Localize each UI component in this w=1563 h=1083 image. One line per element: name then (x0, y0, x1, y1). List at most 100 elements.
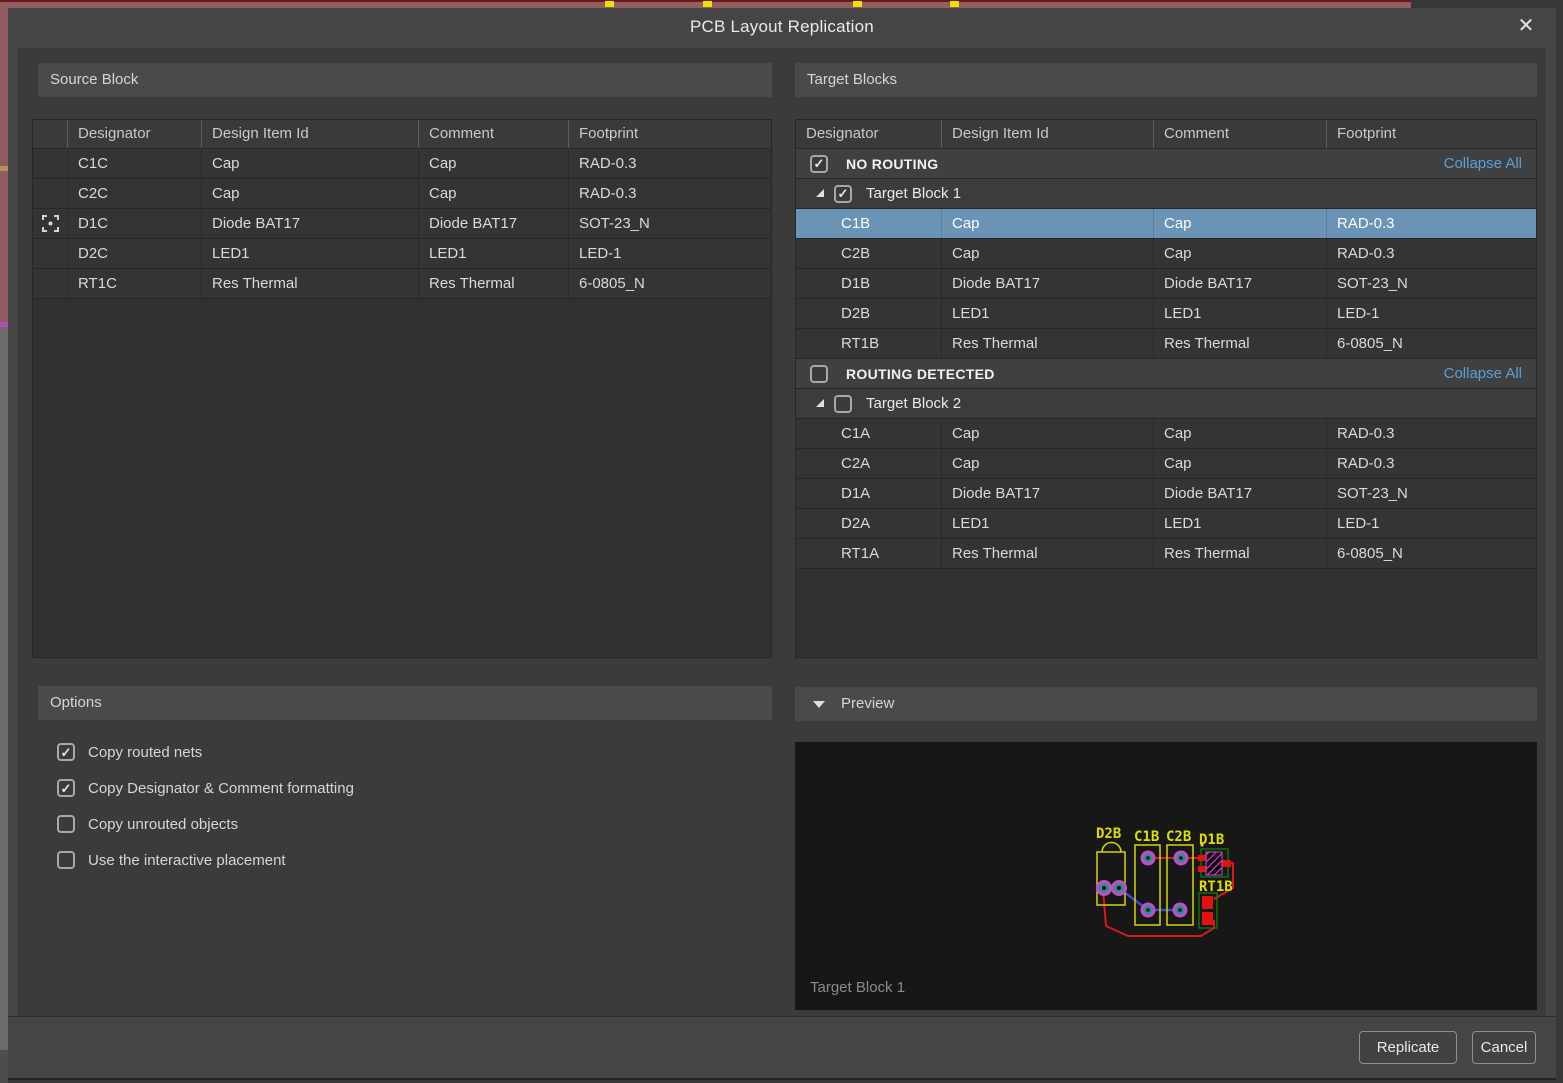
checkbox[interactable]: ✓ (834, 185, 852, 203)
target-blocks-header: Target Blocks (795, 63, 1537, 97)
cell-design-item-id: Diode BAT17 (941, 479, 1153, 508)
cell-design-item-id: Cap (941, 419, 1153, 448)
checkbox[interactable]: ✓ (57, 815, 75, 833)
cell-footprint: LED-1 (568, 239, 771, 268)
option-copy-routed-nets[interactable]: ✓ Copy routed nets (57, 741, 202, 763)
backdrop-pad (950, 1, 959, 7)
cell-design-item-id: LED1 (941, 509, 1153, 538)
checkbox[interactable]: ✓ (57, 743, 75, 761)
table-row[interactable]: D1B Diode BAT17 Diode BAT17 SOT-23_N (796, 269, 1536, 299)
option-interactive-placement[interactable]: ✓ Use the interactive placement (57, 849, 286, 871)
collapse-arrow-icon[interactable] (813, 701, 825, 708)
check-icon: ✓ (838, 187, 849, 200)
silkscreen-label: RT1B (1199, 879, 1233, 895)
cell-designator: D1B (796, 269, 941, 298)
option-label: Copy Designator & Comment formatting (88, 780, 354, 797)
group-row-routing-detected[interactable]: ✓ ROUTING DETECTED Collapse All (796, 359, 1536, 389)
backdrop-top-strip (0, 0, 1411, 8)
table-row[interactable]: C1A Cap Cap RAD-0.3 (796, 419, 1536, 449)
column-header-design-item-id[interactable]: Design Item Id (201, 120, 418, 148)
checkbox[interactable]: ✓ (810, 155, 828, 173)
cell-comment: Cap (1153, 419, 1326, 448)
group-label: NO ROUTING (846, 156, 938, 172)
preview-header[interactable]: Preview (795, 687, 1537, 721)
cell-designator: C1A (796, 419, 941, 448)
option-copy-formatting[interactable]: ✓ Copy Designator & Comment formatting (57, 777, 354, 799)
table-row[interactable]: C1C Cap Cap RAD-0.3 (33, 149, 771, 179)
table-row[interactable]: C2B Cap Cap RAD-0.3 (796, 239, 1536, 269)
table-row[interactable]: D1C Diode BAT17 Diode BAT17 SOT-23_N (33, 209, 771, 239)
table-row[interactable]: C2C Cap Cap RAD-0.3 (33, 179, 771, 209)
table-row[interactable]: D2A LED1 LED1 LED-1 (796, 509, 1536, 539)
option-copy-unrouted-objects[interactable]: ✓ Copy unrouted objects (57, 813, 238, 835)
replicate-button[interactable]: Replicate (1359, 1031, 1457, 1064)
collapse-all-link[interactable]: Collapse All (1444, 155, 1522, 172)
group-row-no-routing[interactable]: ✓ NO ROUTING Collapse All (796, 149, 1536, 179)
cell-comment: LED1 (418, 239, 568, 268)
pcb-preview-canvas: D2B C1B C2B D1B RT1B (795, 742, 1537, 1010)
collapse-all-link[interactable]: Collapse All (1444, 365, 1522, 382)
checkbox[interactable]: ✓ (810, 365, 828, 383)
table-row[interactable]: C2A Cap Cap RAD-0.3 (796, 449, 1536, 479)
column-header-designator[interactable]: Designator (796, 120, 941, 148)
cell-designator: D2C (67, 239, 201, 268)
cell-designator: D1A (796, 479, 941, 508)
dialog-footer: Replicate Cancel (8, 1016, 1556, 1078)
cell-designator: C2C (67, 179, 201, 208)
column-header-comment[interactable]: Comment (418, 120, 568, 148)
column-header-spacer (33, 120, 67, 148)
silkscreen-label: C2B (1166, 829, 1191, 845)
cell-footprint: SOT-23_N (1326, 479, 1536, 508)
column-header-footprint[interactable]: Footprint (568, 120, 771, 148)
row-icon-cell (33, 149, 67, 178)
cell-comment: Cap (1153, 239, 1326, 268)
cell-footprint: 6-0805_N (568, 269, 771, 298)
table-row[interactable]: RT1A Res Thermal Res Thermal 6-0805_N (796, 539, 1536, 569)
crosshair-icon (42, 215, 59, 232)
target-table-header: Designator Design Item Id Comment Footpr… (796, 120, 1536, 149)
cell-design-item-id: Diode BAT17 (201, 209, 418, 238)
cell-designator: RT1C (67, 269, 201, 298)
cell-designator: D2B (796, 299, 941, 328)
column-header-footprint[interactable]: Footprint (1326, 120, 1536, 148)
cell-comment: Cap (1153, 449, 1326, 478)
cell-comment: Diode BAT17 (418, 209, 568, 238)
checkbox[interactable]: ✓ (57, 779, 75, 797)
checkbox[interactable]: ✓ (57, 851, 75, 869)
close-icon[interactable]: ✕ (1512, 12, 1540, 40)
backdrop-pad (605, 1, 614, 7)
tree-expanded-icon[interactable] (816, 189, 824, 197)
table-row-selected[interactable]: C1B Cap Cap RAD-0.3 (796, 209, 1536, 239)
cell-footprint: RAD-0.3 (568, 179, 771, 208)
table-row[interactable]: D2B LED1 LED1 LED-1 (796, 299, 1536, 329)
option-label: Copy routed nets (88, 744, 202, 761)
cell-design-item-id: Cap (941, 209, 1153, 238)
table-row[interactable]: RT1C Res Thermal Res Thermal 6-0805_N (33, 269, 771, 299)
cell-design-item-id: Cap (201, 179, 418, 208)
column-header-design-item-id[interactable]: Design Item Id (941, 120, 1153, 148)
cell-footprint: RAD-0.3 (1326, 239, 1536, 268)
cell-comment: Cap (1153, 209, 1326, 238)
table-row[interactable]: RT1B Res Thermal Res Thermal 6-0805_N (796, 329, 1536, 359)
table-row[interactable]: D2C LED1 LED1 LED-1 (33, 239, 771, 269)
column-header-designator[interactable]: Designator (67, 120, 201, 148)
dialog-title: PCB Layout Replication (8, 17, 1556, 37)
cell-footprint: RAD-0.3 (1326, 449, 1536, 478)
backdrop-left-strip (0, 8, 8, 1083)
pcb-layout-replication-dialog: PCB Layout Replication ✕ Source Block De… (8, 8, 1556, 1080)
cancel-button[interactable]: Cancel (1472, 1031, 1536, 1064)
block-row-target-block-1[interactable]: ✓ Target Block 1 (796, 179, 1536, 209)
silkscreen-label: D1B (1199, 832, 1224, 848)
checkbox[interactable]: ✓ (834, 395, 852, 413)
cell-footprint: LED-1 (1326, 509, 1536, 538)
column-header-comment[interactable]: Comment (1153, 120, 1326, 148)
silkscreen-label: C1B (1134, 829, 1159, 845)
table-row[interactable]: D1A Diode BAT17 Diode BAT17 SOT-23_N (796, 479, 1536, 509)
cell-footprint: SOT-23_N (1326, 269, 1536, 298)
backdrop-segment (0, 327, 8, 1050)
block-row-target-block-2[interactable]: ✓ Target Block 2 (796, 389, 1536, 419)
tree-expanded-icon[interactable] (816, 399, 824, 407)
source-block-header: Source Block (38, 63, 772, 97)
cell-footprint: SOT-23_N (568, 209, 771, 238)
cell-footprint: RAD-0.3 (1326, 209, 1536, 238)
